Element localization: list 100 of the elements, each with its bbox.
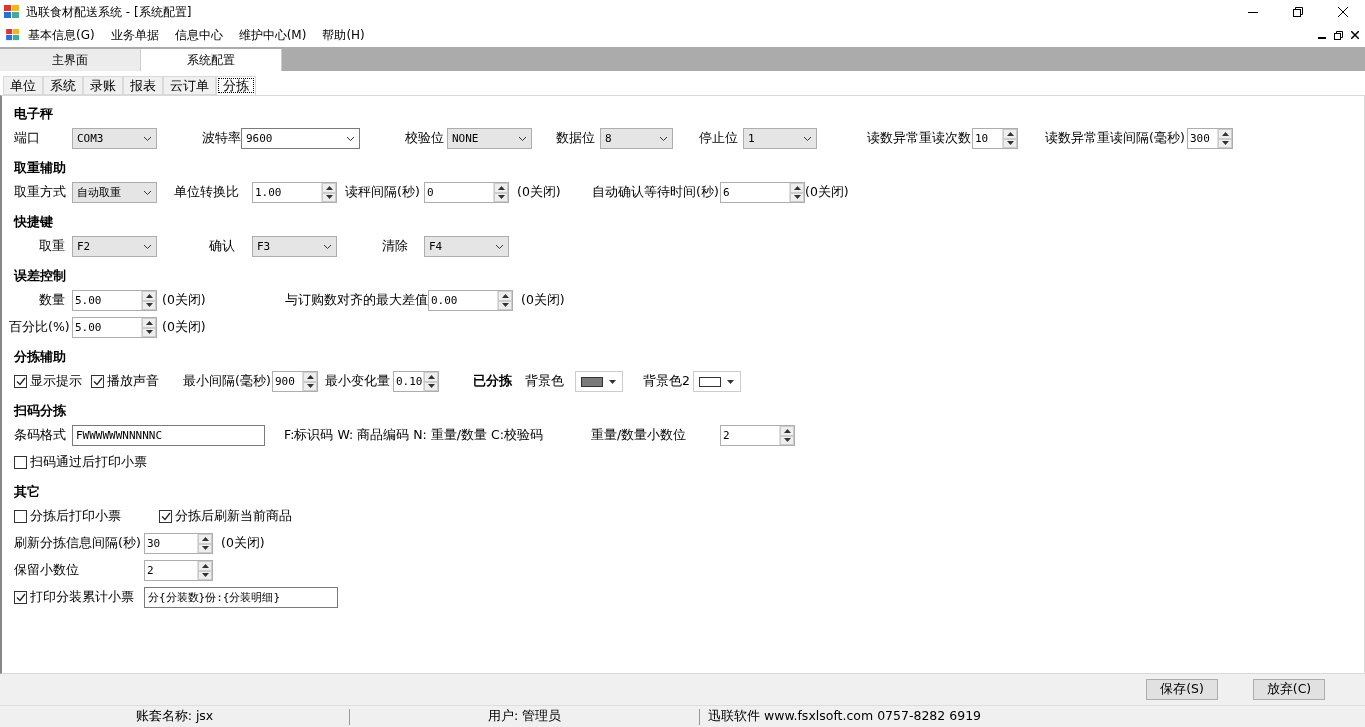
number-field[interactable]: 2	[720, 425, 795, 446]
dropdown[interactable]: 自动取重	[72, 182, 157, 203]
spin-up-button[interactable]	[142, 291, 156, 301]
spin-down-button[interactable]	[198, 543, 212, 553]
checkbox[interactable]: 显示提示	[14, 373, 82, 390]
tab[interactable]: 云订单	[163, 76, 216, 95]
field-label: 停止位	[699, 130, 738, 147]
tab[interactable]: 录账	[83, 76, 123, 95]
spin-up-button[interactable]	[303, 372, 317, 382]
menu-item[interactable]: 基本信息(G)	[20, 26, 103, 44]
spin-down-button[interactable]	[1218, 138, 1232, 148]
text-field[interactable]: 分{分装数}份:{分装明细}	[144, 587, 338, 608]
menu-item[interactable]: 帮助(H)	[314, 26, 373, 44]
number-field[interactable]: 6	[720, 182, 805, 203]
spin-up-button[interactable]	[322, 183, 336, 193]
spin-up-button[interactable]	[142, 318, 156, 328]
field-label: 自动确认等待时间(秒)	[592, 184, 719, 201]
triangle-up-icon	[325, 185, 333, 190]
checkbox[interactable]: 分拣后打印小票	[14, 508, 121, 525]
spin-up-button[interactable]	[198, 561, 212, 571]
text-field[interactable]: FWWWWWWNNNNNC	[72, 425, 265, 446]
checkbox[interactable]: 扫码通过后打印小票	[14, 454, 147, 471]
spin-down-button[interactable]	[303, 381, 317, 391]
close-icon[interactable]	[1337, 7, 1348, 17]
menu-item[interactable]: 业务单据	[102, 26, 167, 44]
minimize-icon[interactable]	[1247, 11, 1258, 13]
chevron-down-icon	[143, 243, 152, 250]
field-label: 重量/数量小数位	[591, 427, 687, 444]
triangle-up-icon	[497, 185, 505, 190]
field-label: 最小间隔(毫秒)	[183, 373, 271, 390]
status-text: 迅联软件 www.fsxlsoft.com 0757-8282 6919	[708, 708, 982, 725]
tab[interactable]: 系统	[43, 76, 83, 95]
chevron-down-icon	[518, 135, 527, 142]
spin-down-button[interactable]	[494, 192, 508, 202]
number-field[interactable]: 5.00	[72, 317, 157, 338]
color-picker[interactable]	[575, 371, 623, 392]
dropdown[interactable]: F2	[72, 236, 157, 257]
document-tab[interactable]: 主界面	[0, 49, 141, 71]
dropdown[interactable]: COM3	[72, 128, 157, 149]
number-field[interactable]: 10	[972, 128, 1018, 149]
spin-down-button[interactable]	[780, 435, 794, 445]
tab[interactable]: 报表	[123, 76, 163, 95]
hint-text: (0关闭)	[162, 319, 206, 336]
dropdown[interactable]: NONE	[447, 128, 532, 149]
spin-down-button[interactable]	[198, 570, 212, 580]
spin-up-button[interactable]	[1218, 129, 1232, 139]
spin-up-button[interactable]	[494, 183, 508, 193]
field-label: 百分比(%)	[9, 319, 70, 336]
spin-up-button[interactable]	[424, 372, 438, 382]
spin-up-button[interactable]	[198, 534, 212, 544]
spin-down-button[interactable]	[424, 381, 438, 391]
triangle-down-icon	[201, 546, 209, 551]
checkbox[interactable]: 打印分装累计小票	[14, 589, 134, 606]
number-field[interactable]: 0.00	[428, 290, 513, 311]
number-field[interactable]: 0	[424, 182, 509, 203]
triangle-up-icon	[1006, 131, 1014, 136]
number-field[interactable]: 1.00	[252, 182, 337, 203]
spin-up-button[interactable]	[1003, 129, 1017, 139]
dropdown[interactable]: 1	[743, 128, 817, 149]
field-label: 条码格式	[14, 427, 66, 444]
number-field[interactable]: 0.10	[393, 371, 439, 392]
document-tab[interactable]: 系统配置	[141, 49, 282, 71]
number-field[interactable]: 2	[144, 560, 213, 581]
spin-down-button[interactable]	[142, 300, 156, 310]
color-picker[interactable]	[693, 371, 741, 392]
field-label: 端口	[14, 130, 40, 147]
field-label: 数据位	[556, 130, 595, 147]
close-icon[interactable]	[1351, 30, 1359, 39]
field-label: 单位转换比	[174, 184, 239, 201]
spin-down-button[interactable]	[322, 192, 336, 202]
triangle-down-icon	[201, 573, 209, 578]
menu-item[interactable]: 维护中心(M)	[230, 26, 315, 44]
number-field[interactable]: 30	[144, 533, 213, 554]
spin-down-button[interactable]	[498, 300, 512, 310]
dropdown[interactable]: 9600	[241, 128, 360, 149]
spin-down-button[interactable]	[790, 192, 804, 202]
spin-down-button[interactable]	[142, 327, 156, 337]
number-field[interactable]: 300	[1187, 128, 1233, 149]
tab[interactable]: 单位	[3, 76, 43, 95]
checkmark-icon	[15, 377, 26, 386]
triangle-down-icon	[727, 379, 734, 384]
tab[interactable]: 分拣	[216, 76, 256, 95]
save-button[interactable]: 保存(S)	[1146, 679, 1218, 700]
spin-down-button[interactable]	[1003, 138, 1017, 148]
checkbox[interactable]: 播放声音	[91, 373, 159, 390]
dropdown[interactable]: 8	[600, 128, 673, 149]
menu-item[interactable]: 信息中心	[166, 26, 231, 44]
section-heading: 取重辅助	[13, 159, 67, 177]
spin-up-button[interactable]	[790, 183, 804, 193]
number-field[interactable]: 900	[272, 371, 318, 392]
dropdown[interactable]: F4	[424, 236, 509, 257]
spin-up-button[interactable]	[780, 426, 794, 436]
maximize-icon[interactable]	[1292, 7, 1303, 17]
spin-up-button[interactable]	[498, 291, 512, 301]
section-heading: 分拣辅助	[13, 348, 67, 366]
checkbox[interactable]: 分拣后刷新当前商品	[159, 508, 292, 525]
dropdown[interactable]: F3	[252, 236, 337, 257]
restore-icon[interactable]	[1334, 30, 1343, 40]
discard-button[interactable]: 放弃(C)	[1253, 679, 1325, 700]
number-field[interactable]: 5.00	[72, 290, 157, 311]
